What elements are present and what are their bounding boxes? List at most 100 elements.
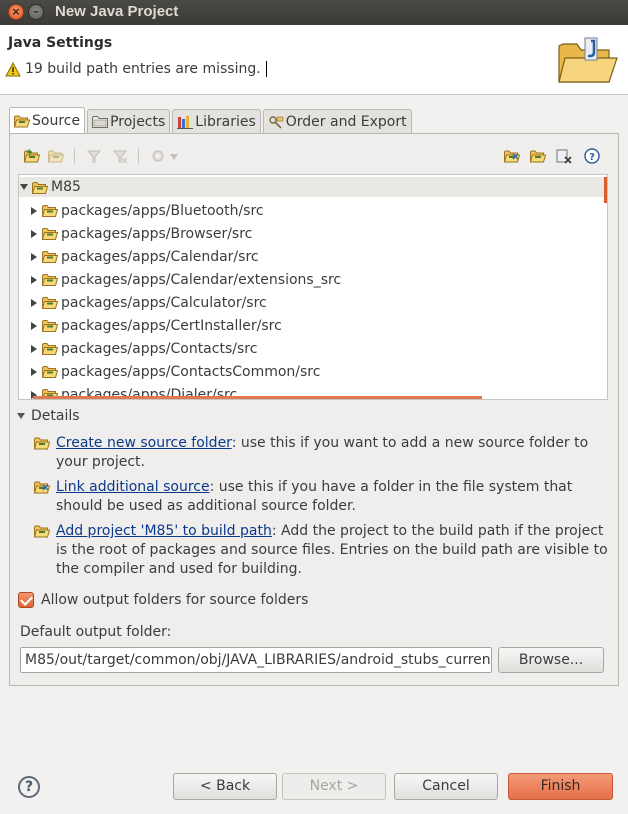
tree-item-label: packages/apps/Contacts/src — [61, 340, 258, 357]
next-button[interactable]: Next > — [282, 773, 386, 800]
detail-text: Add project 'M85' to build path: Add the… — [56, 522, 614, 579]
tab-libraries-label: Libraries — [195, 113, 256, 130]
add-project-to-build-path-link[interactable]: Add project 'M85' to build path — [56, 523, 272, 539]
chevron-right-icon[interactable] — [31, 229, 37, 238]
tab-order-export-label: Order and Export — [285, 113, 407, 130]
link-source-icon — [34, 479, 50, 495]
java-project-folder-icon — [558, 37, 618, 83]
cancel-button[interactable]: Cancel — [394, 773, 498, 800]
chevron-right-icon[interactable] — [31, 206, 37, 215]
chevron-down-icon[interactable] — [17, 413, 25, 419]
link-source-folder-icon[interactable] — [48, 148, 64, 164]
finish-button[interactable]: Finish — [508, 773, 613, 800]
tab-projects-label: Projects — [110, 113, 166, 130]
detail-text: Create new source folder: use this if yo… — [56, 434, 614, 472]
tree-item[interactable]: packages/apps/Bluetooth/src — [19, 199, 264, 222]
source-tab-panel: ? M85 packages/apps/Bluetooth/src packag… — [9, 133, 619, 686]
default-output-folder-input[interactable]: M85/out/target/common/obj/JAVA_LIBRARIES… — [20, 647, 492, 673]
add-source-folder-icon[interactable] — [24, 148, 40, 164]
allow-output-folders-label: Allow output folders for source folders — [41, 592, 309, 608]
source-toolbar: ? — [18, 144, 608, 170]
source-folder-icon — [14, 114, 30, 128]
source-folder-icon — [42, 227, 58, 240]
detail-create-source: Create new source folder: use this if yo… — [34, 434, 614, 472]
back-button[interactable]: < Back — [173, 773, 277, 800]
tab-order-export[interactable]: Order and Export — [262, 109, 412, 133]
details-label: Details — [31, 408, 80, 424]
tree-item-label: packages/apps/Calendar/extensions_src — [61, 271, 342, 288]
tree-item[interactable]: packages/apps/Contacts/src — [19, 337, 257, 360]
chevron-right-icon[interactable] — [31, 367, 37, 376]
chevron-right-icon[interactable] — [31, 275, 37, 284]
vertical-scrollbar[interactable] — [604, 177, 607, 203]
help-button[interactable]: ? — [18, 776, 40, 798]
new-source-folder-icon[interactable] — [530, 148, 546, 164]
projects-icon — [92, 115, 109, 128]
detail-link-source: Link additional source: use this if you … — [34, 478, 614, 516]
close-icon: × — [11, 5, 21, 18]
chevron-right-icon[interactable] — [31, 298, 37, 307]
configure-icon[interactable] — [150, 148, 166, 164]
chevron-right-icon[interactable] — [31, 321, 37, 330]
chevron-right-icon[interactable] — [31, 344, 37, 353]
tree-item-label: packages/apps/Bluetooth/src — [61, 202, 264, 219]
source-folder-icon — [42, 365, 58, 378]
tree-item[interactable]: packages/apps/Browser/src — [19, 222, 252, 245]
allow-output-folders-checkbox[interactable] — [18, 592, 34, 608]
add-project-icon — [34, 523, 50, 539]
tree-item-label: packages/apps/Calendar/src — [61, 248, 259, 265]
new-source-folder-icon — [34, 435, 50, 451]
source-folder-icon — [42, 204, 58, 217]
include-filter-icon[interactable] — [86, 148, 102, 164]
minimize-icon: – — [33, 5, 39, 18]
tree-root-label: M85 — [51, 179, 81, 195]
chevron-down-icon[interactable] — [170, 150, 180, 166]
status-message-text: 19 build path entries are missing. — [25, 61, 261, 77]
source-folder-icon — [42, 273, 58, 286]
text-caret — [265, 61, 267, 77]
tab-projects[interactable]: Projects — [87, 109, 171, 133]
tree-item-label: packages/apps/Browser/src — [61, 225, 253, 242]
chevron-down-icon[interactable] — [20, 184, 28, 190]
default-output-folder-label: Default output folder: — [20, 624, 172, 640]
window-title: New Java Project — [55, 3, 179, 20]
wizard-header: Java Settings 19 build path entries are … — [0, 25, 628, 95]
link-source-icon[interactable] — [504, 148, 520, 164]
status-message: 19 build path entries are missing. — [5, 61, 267, 77]
detail-text: Link additional source: use this if you … — [56, 478, 614, 516]
tree-item[interactable]: packages/apps/CertInstaller/src — [19, 314, 282, 337]
tab-bar: Source Projects Libraries Order and Expo… — [9, 107, 412, 133]
horizontal-scrollbar[interactable] — [33, 396, 482, 399]
tree-item[interactable]: packages/apps/Calculator/src — [19, 291, 267, 314]
chevron-right-icon[interactable] — [31, 252, 37, 261]
source-folder-tree[interactable]: M85 packages/apps/Bluetooth/src packages… — [18, 174, 608, 400]
tree-item-label: packages/apps/ContactsCommon/src — [61, 363, 321, 380]
details-toggle[interactable]: Details — [16, 408, 80, 424]
exclude-filter-icon[interactable] — [112, 148, 128, 164]
tab-source[interactable]: Source — [9, 107, 86, 133]
detail-add-project: Add project 'M85' to build path: Add the… — [34, 522, 614, 579]
warning-icon — [5, 61, 21, 76]
tab-libraries[interactable]: Libraries — [172, 109, 261, 133]
link-additional-source-link[interactable]: Link additional source — [56, 479, 210, 495]
close-window-button[interactable]: × — [8, 4, 24, 20]
page-title: Java Settings — [8, 35, 113, 51]
browse-button[interactable]: Browse... — [498, 647, 604, 673]
remove-source-icon[interactable] — [556, 148, 572, 164]
minimize-window-button[interactable]: – — [28, 4, 44, 20]
tree-item[interactable]: packages/apps/Calendar/src — [19, 245, 259, 268]
tree-item-label: packages/apps/CertInstaller/src — [61, 317, 282, 334]
allow-output-folders-checkbox-row[interactable]: Allow output folders for source folders — [18, 592, 308, 608]
tree-item[interactable]: packages/apps/Calendar/extensions_src — [19, 268, 341, 291]
toolbar-separator — [138, 148, 139, 164]
source-folder-icon — [42, 250, 58, 263]
source-folder-icon — [42, 342, 58, 355]
libraries-icon — [177, 115, 194, 129]
source-folder-icon — [42, 319, 58, 332]
create-source-folder-link[interactable]: Create new source folder — [56, 435, 232, 451]
project-folder-icon — [32, 181, 48, 194]
tree-root-row[interactable]: M85 — [19, 177, 607, 203]
help-icon[interactable]: ? — [584, 148, 600, 164]
tree-item[interactable]: packages/apps/ContactsCommon/src — [19, 360, 320, 383]
svg-text:?: ? — [589, 152, 595, 163]
